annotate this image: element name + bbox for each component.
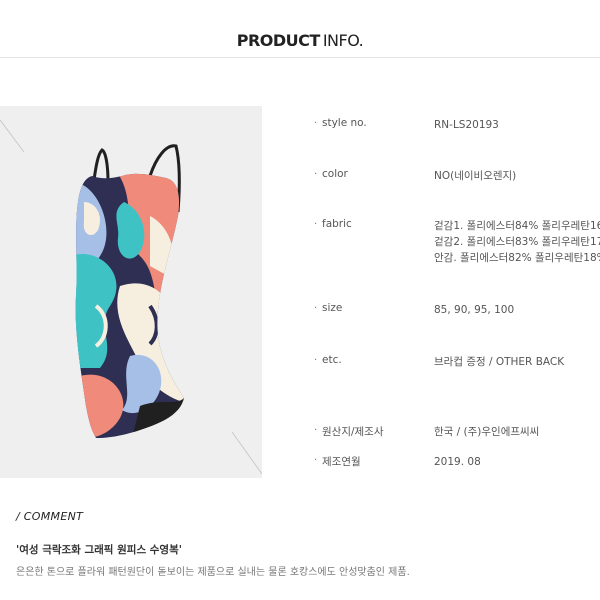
spec-label: 원산지/제조사 bbox=[322, 426, 384, 438]
spec-row-color: · color NO(네이비오렌지) bbox=[300, 168, 600, 188]
spec-row-size: · size 85, 90, 95, 100 bbox=[300, 302, 600, 322]
fabric-line: 안감. 폴리에스터82% 폴리우레탄18% bbox=[434, 252, 600, 264]
spec-label: 제조연월 bbox=[322, 456, 361, 468]
spec-label: size bbox=[322, 302, 343, 314]
fabric-line: 겉감1. 폴리에스터84% 폴리우레탄16% bbox=[434, 220, 600, 232]
spec-row-origin: · 원산지/제조사 한국 / (주)우인에프씨씨 bbox=[300, 424, 600, 444]
title-bold: PRODUCT bbox=[236, 31, 321, 50]
spec-value: 한국 / (주)우인에프씨씨 bbox=[434, 426, 540, 438]
spec-row-fabric: · fabric 겉감1. 폴리에스터84% 폴리우레탄16% 겉감2. 폴리에… bbox=[300, 218, 600, 268]
title-light: INFO. bbox=[322, 31, 364, 50]
spec-row-etc: · etc. 브라컵 증정 / OTHER BACK bbox=[300, 354, 600, 374]
spec-value: RN-LS20193 bbox=[434, 119, 499, 131]
spec-bullet: · bbox=[314, 425, 318, 436]
comment-heading: / COMMENT bbox=[16, 510, 84, 523]
spec-value: NO(네이비오렌지) bbox=[434, 170, 517, 182]
spec-row-manufacture-date: · 제조연월 2019. 08 bbox=[300, 454, 600, 474]
product-image bbox=[0, 106, 262, 478]
spec-value: 브라컵 증정 / OTHER BACK bbox=[434, 356, 565, 368]
spec-bullet: · bbox=[314, 169, 318, 180]
spec-bullet: · bbox=[314, 219, 318, 230]
spec-bullet: · bbox=[314, 303, 318, 314]
page-title: PRODUCT INFO. bbox=[0, 31, 600, 50]
spec-value-fabric: 겉감1. 폴리에스터84% 폴리우레탄16% 겉감2. 폴리에스터83% 폴리우… bbox=[434, 218, 600, 266]
spec-bullet: · bbox=[314, 118, 318, 129]
spec-label: color bbox=[322, 168, 348, 180]
spec-label: etc. bbox=[322, 354, 342, 366]
spec-bullet: · bbox=[314, 355, 318, 366]
spec-label: style no. bbox=[322, 117, 367, 129]
swimsuit-image bbox=[0, 119, 262, 475]
spec-value: 85, 90, 95, 100 bbox=[434, 304, 515, 316]
comment-title: '여성 극락조화 그래픽 원피스 수영복' bbox=[16, 544, 182, 556]
spec-value: 2019. 08 bbox=[434, 456, 481, 468]
spec-row-style-no: · style no. RN-LS20193 bbox=[300, 117, 600, 137]
spec-bullet: · bbox=[314, 455, 318, 466]
comment-body: 은은한 톤으로 플라워 패턴원단이 돋보이는 제품으로 실내는 물론 호캉스에도… bbox=[16, 567, 410, 578]
fabric-line: 겉감2. 폴리에스터83% 폴리우레탄17% bbox=[434, 236, 600, 248]
page-header: PRODUCT INFO. bbox=[0, 0, 600, 58]
spec-label: fabric bbox=[322, 218, 352, 230]
